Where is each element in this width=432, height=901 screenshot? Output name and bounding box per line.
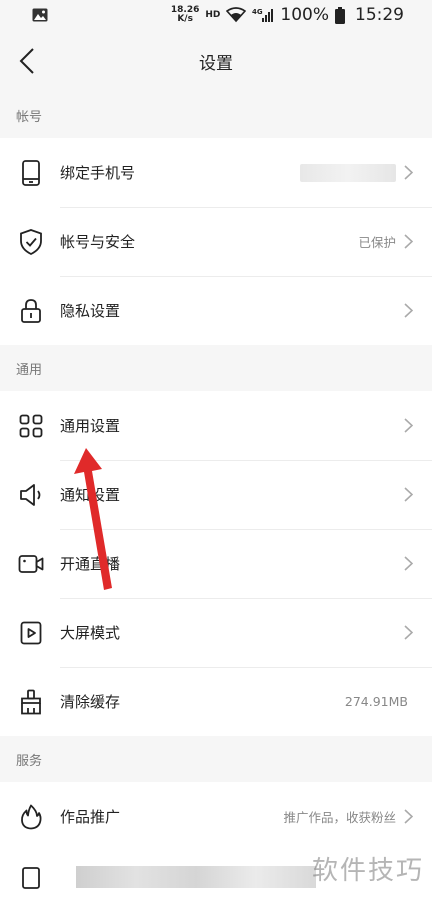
row-label: 作品推广: [60, 808, 121, 826]
cell-signal-icon: 4G: [252, 8, 274, 22]
brush-icon: [18, 689, 44, 715]
status-bar: 18.26 K/s HD 4G 100% 15:29: [0, 0, 432, 30]
row-bind-phone[interactable]: 绑定手机号: [0, 138, 432, 207]
chevron-right-icon: [402, 487, 414, 503]
row-account-security[interactable]: 帐号与安全 已保护: [0, 207, 432, 276]
row-label: 隐私设置: [60, 302, 121, 320]
row-label: 开通直播: [60, 555, 121, 573]
row-promote-works[interactable]: 作品推广 推广作品，收获粉丝: [0, 782, 432, 851]
chevron-left-icon: [19, 48, 34, 74]
chevron-right-icon: [402, 809, 414, 825]
chevron-right-icon: [402, 234, 414, 250]
row-label: 清除缓存: [60, 693, 121, 711]
gallery-notification-icon: [32, 8, 48, 22]
row-value: 已保护: [358, 235, 396, 250]
row-label: 通知设置: [60, 486, 121, 504]
net-speed: 18.26 K/s: [171, 6, 199, 24]
section-header-general: 通用: [0, 345, 432, 391]
back-button[interactable]: [10, 44, 44, 78]
battery-percent: 100%: [280, 5, 329, 25]
wifi-icon: [226, 7, 247, 23]
section-header-account: 帐号: [0, 92, 432, 138]
general-group: 通用设置 通知设置 开通直播 大屏模式 清除缓存 274.91MB: [0, 391, 432, 736]
row-label: 大屏模式: [60, 624, 121, 642]
clock: 15:29: [355, 5, 404, 25]
speaker-icon: [18, 482, 44, 508]
play-screen-icon: [18, 620, 44, 646]
shield-check-icon: [18, 228, 44, 255]
chevron-right-icon: [402, 625, 414, 641]
net-speed-unit: K/s: [177, 14, 193, 24]
row-label: 通用设置: [60, 417, 121, 435]
flame-icon: [18, 804, 44, 830]
row-general-settings[interactable]: 通用设置: [0, 391, 432, 460]
obscured-label: [76, 866, 316, 888]
row-clear-cache[interactable]: 清除缓存 274.91MB: [0, 667, 432, 736]
account-group: 绑定手机号 帐号与安全 已保护 隐私设置: [0, 138, 432, 345]
chevron-right-icon: [402, 165, 414, 181]
grid-icon: [18, 413, 44, 439]
chevron-right-icon: [402, 418, 414, 434]
row-large-screen-mode[interactable]: 大屏模式: [0, 598, 432, 667]
page-title: 设置: [199, 53, 233, 74]
row-privacy-settings[interactable]: 隐私设置: [0, 276, 432, 345]
row-start-live[interactable]: 开通直播: [0, 529, 432, 598]
watermark: 软件技巧: [311, 856, 424, 886]
video-camera-icon: [18, 551, 44, 577]
battery-icon: [335, 6, 345, 24]
hd-indicator: HD: [205, 10, 221, 20]
svg-text:4G: 4G: [252, 8, 263, 16]
row-label: 帐号与安全: [60, 233, 136, 251]
cache-size: 274.91MB: [344, 694, 408, 709]
row-value: 推广作品，收获粉丝: [283, 810, 396, 825]
row-label: 绑定手机号: [60, 164, 136, 182]
chevron-right-icon: [402, 556, 414, 572]
phone-icon: [18, 159, 44, 186]
nav-bar: 设置: [0, 30, 432, 92]
row-notification-settings[interactable]: 通知设置: [0, 460, 432, 529]
chevron-right-icon: [402, 303, 414, 319]
section-header-services: 服务: [0, 736, 432, 782]
lock-icon: [18, 298, 44, 324]
status-left: [32, 8, 48, 22]
status-right: 18.26 K/s HD 4G 100% 15:29: [171, 5, 404, 25]
masked-phone-number: [300, 163, 396, 182]
document-icon: [18, 864, 44, 890]
